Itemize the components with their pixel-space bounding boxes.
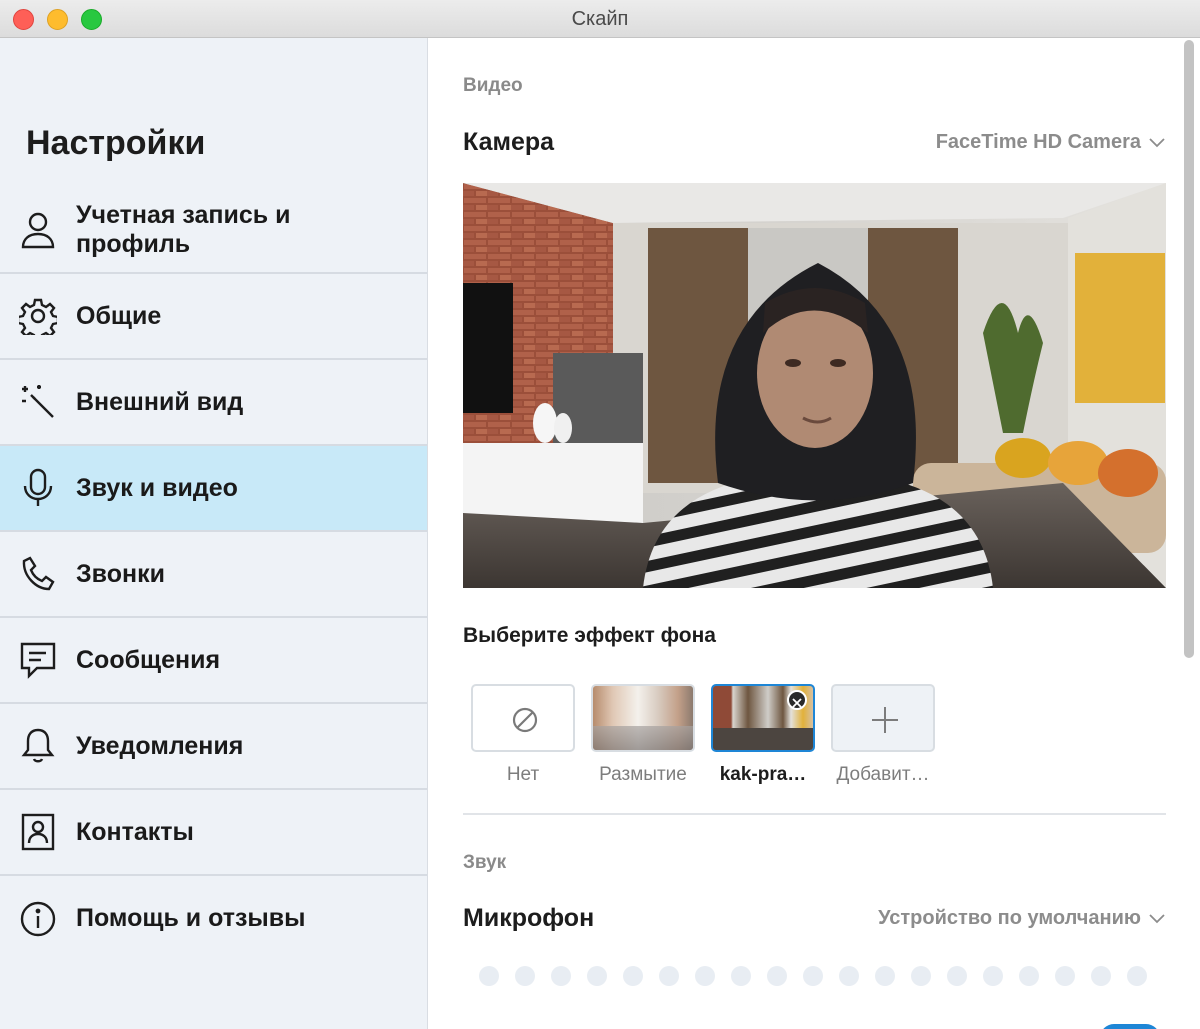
sidebar-item-help[interactable]: Помощь и отзывы xyxy=(0,876,427,962)
sidebar-item-label: Контакты xyxy=(76,818,194,846)
settings-title: Настройки xyxy=(26,124,206,162)
chevron-down-icon xyxy=(1149,131,1165,154)
camera-device-value: FaceTime HD Camera xyxy=(935,131,1141,153)
background-effect-title: Выберите эффект фона xyxy=(463,624,716,647)
level-dot xyxy=(479,966,499,986)
effect-custom-background[interactable]: kak-pra… xyxy=(711,684,815,786)
settings-sidebar: Настройки Учетная запись и профиль Общие… xyxy=(0,38,428,1029)
level-dot xyxy=(623,966,643,986)
level-dot xyxy=(875,966,895,986)
sidebar-item-account[interactable]: Учетная запись и профиль xyxy=(0,188,427,274)
level-dot xyxy=(1127,966,1147,986)
no-effect-icon xyxy=(511,706,539,739)
gear-icon xyxy=(18,296,58,336)
microphone-select[interactable]: Устройство по умолчанию xyxy=(878,907,1165,930)
camera-label: Камера xyxy=(463,128,555,156)
sidebar-item-label: Общие xyxy=(76,302,162,330)
settings-content: Видео Камера FaceTime HD Camera Выберите… xyxy=(429,38,1200,1029)
camera-preview xyxy=(463,183,1166,588)
sidebar-item-general[interactable]: Общие xyxy=(0,274,427,360)
level-dot xyxy=(1055,966,1075,986)
section-divider xyxy=(463,813,1166,815)
magic-wand-icon xyxy=(18,382,58,422)
effect-none[interactable]: Нет xyxy=(471,684,575,786)
sidebar-item-label: Звонки xyxy=(76,560,165,588)
sidebar-item-label: Уведомления xyxy=(76,732,244,760)
title-bar: Скайп xyxy=(0,0,1200,38)
level-dot xyxy=(767,966,787,986)
level-dot xyxy=(515,966,535,986)
person-icon xyxy=(18,210,58,250)
plus-icon xyxy=(870,705,900,740)
level-dot xyxy=(551,966,571,986)
microphone-icon xyxy=(18,468,58,508)
microphone-level-meter xyxy=(479,966,1147,986)
message-icon xyxy=(18,640,58,680)
add-background-button[interactable] xyxy=(831,684,935,752)
chevron-down-icon xyxy=(1149,907,1165,930)
level-dot xyxy=(947,966,967,986)
level-dot xyxy=(911,966,931,986)
info-icon xyxy=(18,899,58,939)
scrollbar[interactable] xyxy=(1184,38,1194,658)
level-dot xyxy=(839,966,859,986)
level-dot xyxy=(587,966,607,986)
sidebar-item-appearance[interactable]: Внешний вид xyxy=(0,360,427,446)
level-dot xyxy=(1019,966,1039,986)
sidebar-item-label: Внешний вид xyxy=(76,388,244,416)
level-dot xyxy=(659,966,679,986)
effect-label: Добавит… xyxy=(836,764,930,785)
audio-section-title: Звук xyxy=(463,852,507,873)
contacts-icon xyxy=(18,812,58,852)
sidebar-item-label: Учетная запись и профиль xyxy=(76,201,291,258)
custom-background-preview[interactable] xyxy=(711,684,815,752)
effect-blur[interactable]: Размытие xyxy=(591,684,695,786)
effect-label: Размытие xyxy=(599,764,687,785)
effect-tile[interactable] xyxy=(471,684,575,752)
bell-icon xyxy=(18,726,58,766)
effect-label: Нет xyxy=(506,764,540,785)
remove-background-button[interactable] xyxy=(787,690,807,710)
microphone-label: Микрофон xyxy=(463,904,595,932)
video-section-title: Видео xyxy=(463,75,523,96)
toggle-switch[interactable] xyxy=(1100,1024,1160,1029)
effect-add[interactable]: Добавит… xyxy=(831,684,935,786)
sidebar-item-audio-video[interactable]: Звук и видео xyxy=(0,446,427,532)
sidebar-item-label: Сообщения xyxy=(76,646,221,674)
window-title: Скайп xyxy=(571,8,629,30)
camera-select[interactable]: FaceTime HD Camera xyxy=(936,131,1165,154)
microphone-device-value: Устройство по умолчанию xyxy=(878,907,1141,929)
sidebar-item-notifications[interactable]: Уведомления xyxy=(0,704,427,790)
sidebar-item-contacts[interactable]: Контакты xyxy=(0,790,427,876)
level-dot xyxy=(695,966,715,986)
blur-preview[interactable] xyxy=(591,684,695,752)
level-dot xyxy=(803,966,823,986)
sidebar-item-label: Звук и видео xyxy=(76,474,238,502)
sidebar-item-messages[interactable]: Сообщения xyxy=(0,618,427,704)
level-dot xyxy=(731,966,751,986)
effect-label: kak-pra… xyxy=(719,764,807,785)
level-dot xyxy=(1091,966,1111,986)
scrollbar-thumb[interactable] xyxy=(1184,40,1194,658)
level-dot xyxy=(983,966,1003,986)
phone-icon xyxy=(18,554,58,594)
sidebar-item-label: Помощь и отзывы xyxy=(76,904,306,932)
sidebar-item-calls[interactable]: Звонки xyxy=(0,532,427,618)
close-icon xyxy=(792,695,802,713)
